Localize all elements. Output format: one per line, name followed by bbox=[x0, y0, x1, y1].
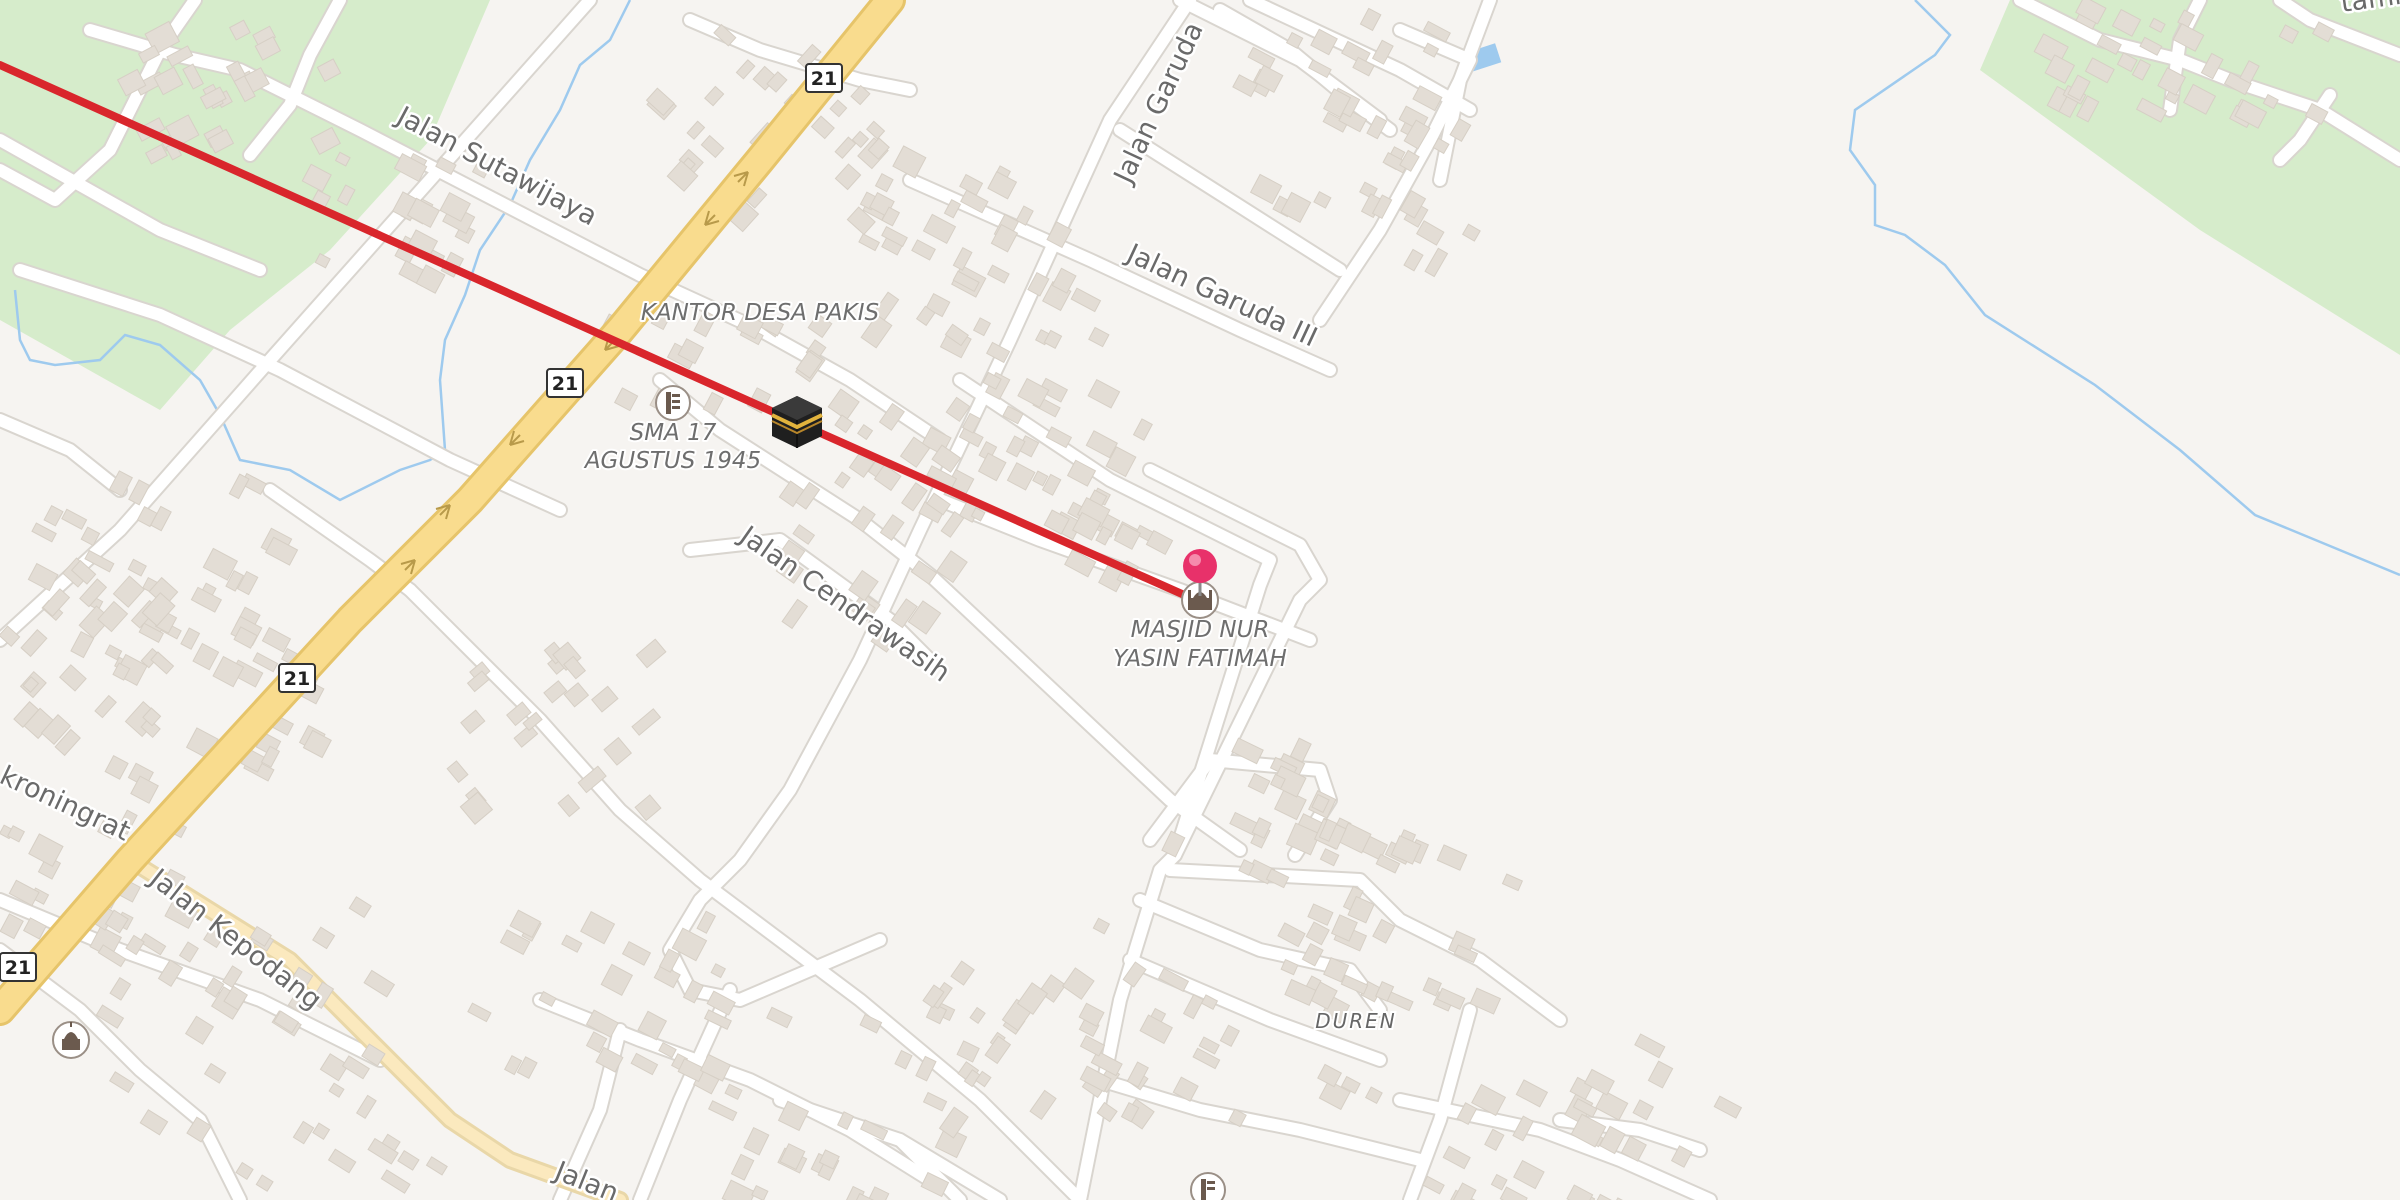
svg-text:21: 21 bbox=[552, 373, 578, 395]
poi-label-sma-line2[interactable]: AGUSTUS 1945 bbox=[581, 446, 763, 476]
route-shield: 21 bbox=[805, 63, 843, 93]
route-shield: 21 bbox=[546, 368, 584, 398]
svg-text:21: 21 bbox=[284, 668, 310, 690]
poi-label-sma-line1[interactable]: SMA 17 bbox=[628, 418, 719, 448]
svg-text:21: 21 bbox=[5, 957, 31, 979]
route-shield: 21 bbox=[278, 663, 316, 693]
svg-text:21: 21 bbox=[811, 68, 837, 90]
place-label-duren: DUREN bbox=[1315, 1009, 1397, 1033]
mosque-icon[interactable] bbox=[52, 1021, 90, 1059]
poi-label-kantor-desa[interactable]: KANTOR DESA PAKIS bbox=[639, 298, 881, 328]
map-view[interactable]: Jalan Sutawijaya Jalan Garuda Jalan Garu… bbox=[0, 0, 2400, 1200]
poi-label-masjid-line1[interactable]: MASJID NUR bbox=[1129, 615, 1272, 645]
poi-label-masjid-line2[interactable]: YASIN FATIMAH bbox=[1111, 644, 1289, 674]
route-shield: 21 bbox=[0, 952, 37, 982]
school-icon[interactable] bbox=[655, 385, 691, 421]
school-icon[interactable] bbox=[1190, 1172, 1226, 1200]
map-canvas[interactable]: Jalan Sutawijaya Jalan Garuda Jalan Garu… bbox=[0, 0, 2400, 1200]
